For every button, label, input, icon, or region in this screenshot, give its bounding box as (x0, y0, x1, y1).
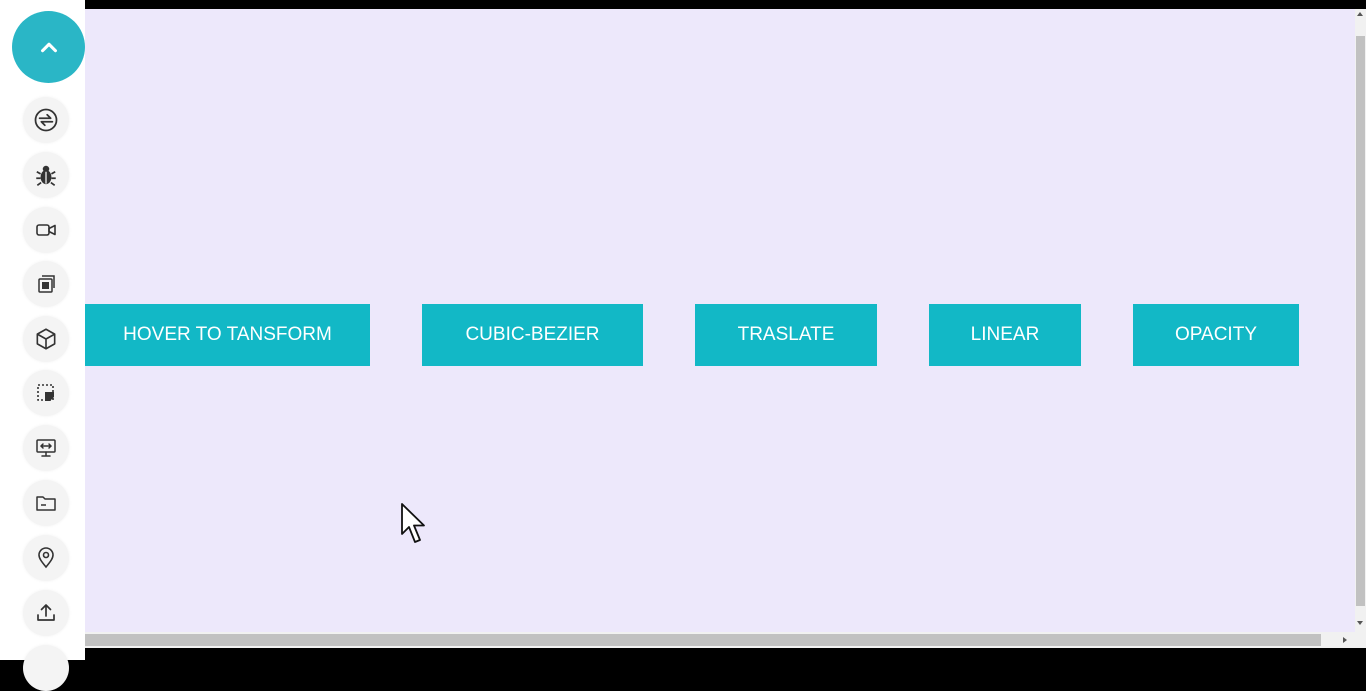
select-area-icon (37, 384, 54, 401)
window-top-bar (0, 0, 1366, 9)
mouse-pointer-icon (401, 503, 425, 543)
scroll-right-arrow[interactable] (1343, 637, 1347, 643)
opacity-button[interactable]: OPACITY (1133, 304, 1299, 366)
page-viewport: HOVER TO TANSFORM CUBIC-BEZIER TRASLATE … (85, 9, 1355, 632)
horizontal-scroll-thumb[interactable] (85, 634, 1321, 646)
bug-icon (36, 165, 56, 186)
window-bottom-bar (85, 648, 1366, 660)
horizontal-scrollbar[interactable] (85, 632, 1366, 648)
sidebar-toggle-button[interactable] (12, 11, 85, 83)
location-pin-icon (38, 547, 54, 569)
folder-button[interactable] (23, 480, 69, 526)
copy-tool-button[interactable] (23, 261, 69, 307)
location-button[interactable] (23, 535, 69, 581)
video-camera-icon (36, 224, 56, 236)
bug-report-button[interactable] (23, 152, 69, 198)
chevron-up-icon (40, 42, 57, 53)
upload-button[interactable] (23, 590, 69, 636)
cube-icon (36, 328, 56, 350)
record-video-button[interactable] (23, 207, 69, 253)
monitor-icon (36, 439, 56, 457)
screen-share-button[interactable] (23, 425, 69, 471)
vertical-scroll-thumb[interactable] (1356, 36, 1365, 606)
tool-sidebar (0, 0, 85, 691)
sync-tool-button[interactable] (23, 97, 69, 143)
exchange-icon (34, 108, 58, 132)
select-area-button[interactable] (23, 370, 69, 416)
scroll-up-arrow[interactable] (1357, 12, 1363, 16)
3d-view-button[interactable] (23, 316, 69, 362)
linear-button[interactable]: LINEAR (929, 304, 1081, 366)
more-tools-button[interactable] (23, 645, 69, 691)
cubic-bezier-button[interactable]: CUBIC-BEZIER (422, 304, 643, 366)
translate-button[interactable]: TRASLATE (695, 304, 877, 366)
copy-icon (38, 275, 55, 293)
folder-icon (36, 496, 56, 511)
scroll-down-arrow[interactable] (1357, 621, 1363, 625)
upload-icon (37, 604, 55, 621)
hover-to-transform-button[interactable]: HOVER TO TANSFORM (85, 304, 370, 366)
vertical-scrollbar[interactable] (1355, 9, 1366, 632)
